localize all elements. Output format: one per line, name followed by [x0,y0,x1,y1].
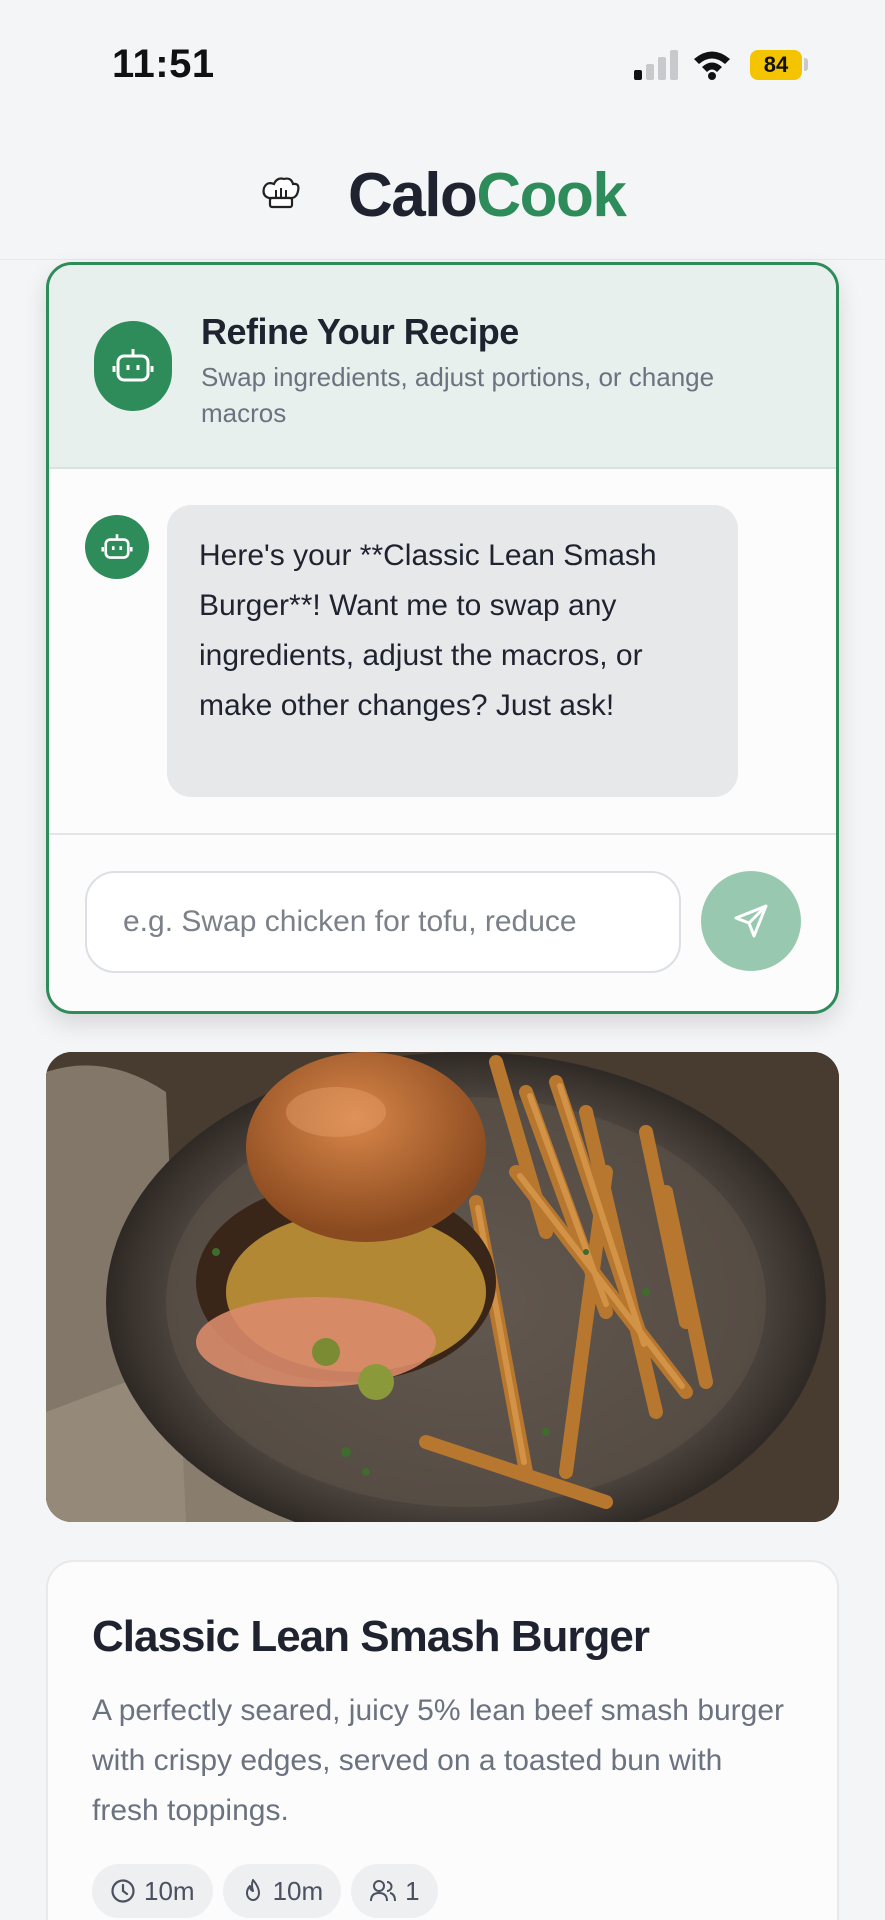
refine-title: Refine Your Recipe [201,311,519,352]
robot-icon [101,534,133,559]
status-bar: 11:51 84 [0,0,885,120]
assistant-message-bubble: Here's your **Classic Lean Smash Burger*… [167,505,738,797]
people-icon [370,1880,397,1902]
battery-cap [804,58,808,71]
send-button[interactable] [701,871,801,971]
refine-avatar [94,321,172,411]
chef-hat-icon [262,177,300,209]
app-title-cook: Cook [476,161,627,230]
chat-input-row [49,833,836,1011]
flame-icon [245,1879,260,1901]
refine-subtitle: Swap ingredients, adjust portions, or ch… [201,362,715,428]
recipe-meta-chips: 10m 10m 1 [92,1864,438,1918]
send-icon [734,904,768,938]
recipe-hero-image [46,1052,839,1522]
robot-icon [112,349,154,382]
app-header: Calo Cook [0,120,885,260]
bot-avatar [85,515,149,579]
servings-label: 1 [405,1875,420,1906]
refine-header: Refine Your Recipe Swap ingredients, adj… [49,265,836,469]
cook-time-chip: 10m [222,1864,342,1918]
battery-icon: 84 [750,50,802,80]
clock-icon [111,1879,135,1903]
signal-icon [634,50,680,80]
chat-area[interactable]: Here's your **Classic Lean Smash Burger*… [49,471,836,837]
cook-time-label: 10m [272,1875,324,1906]
app-title-calo: Calo [348,161,478,230]
servings-chip: 1 [351,1864,438,1918]
wifi-icon [694,51,730,80]
recipe-info-card: Classic Lean Smash Burger A perfectly se… [46,1560,839,1920]
status-time: 11:51 [112,42,215,86]
app-title: Calo Cook [348,160,627,231]
battery-level: 84 [763,52,789,77]
refine-recipe-card: Refine Your Recipe Swap ingredients, adj… [46,262,839,1014]
recipe-description: A perfectly seared, juicy 5% lean beef s… [92,1694,785,1827]
refine-input[interactable] [85,871,681,973]
recipe-title: Classic Lean Smash Burger [92,1612,650,1661]
prep-time-chip: 10m [92,1864,213,1918]
prep-time-label: 10m [144,1875,195,1906]
